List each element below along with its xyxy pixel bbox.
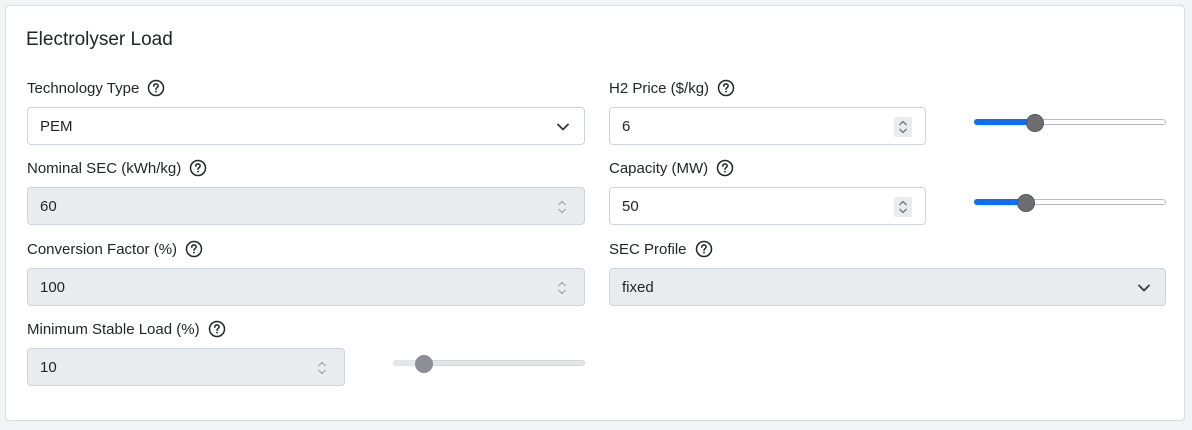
chevron-down-icon: [1138, 284, 1150, 292]
help-circle-icon[interactable]: [147, 79, 165, 97]
nominal-sec-input[interactable]: 60: [27, 187, 585, 225]
minimum-stable-load-slider[interactable]: [393, 354, 585, 374]
sec-profile-value: fixed: [622, 278, 654, 296]
help-circle-icon[interactable]: [695, 240, 713, 258]
technology-type-label-text: Technology Type: [27, 79, 140, 97]
spinner-arrows-icon: [558, 281, 566, 295]
help-circle-icon[interactable]: [185, 240, 203, 258]
h2-price-input[interactable]: 6: [609, 107, 926, 145]
slider-thumb[interactable]: [414, 355, 433, 373]
technology-type-value: PEM: [40, 117, 73, 135]
sec-profile-label-text: SEC Profile: [609, 240, 687, 258]
conversion-factor-label: Conversion Factor (%): [27, 239, 203, 259]
slider-thumb[interactable]: [1026, 114, 1045, 132]
capacity-value: 50: [622, 197, 639, 215]
technology-type-label: Technology Type: [27, 78, 165, 98]
nominal-sec-label: Nominal SEC (kWh/kg): [27, 158, 207, 178]
slider-thumb[interactable]: [1016, 194, 1035, 212]
h2-price-label: H2 Price ($/kg): [609, 78, 735, 98]
conversion-factor-label-text: Conversion Factor (%): [27, 240, 178, 258]
help-circle-icon[interactable]: [208, 320, 226, 338]
minimum-stable-load-value: 10: [40, 358, 57, 376]
capacity-input[interactable]: 50: [609, 187, 926, 225]
spinner-arrows-icon[interactable]: [894, 197, 912, 217]
nominal-sec-label-text: Nominal SEC (kWh/kg): [27, 159, 182, 177]
sec-profile-label: SEC Profile: [609, 239, 713, 259]
minimum-stable-load-input[interactable]: 10: [27, 348, 345, 386]
capacity-label-text: Capacity (MW): [609, 159, 709, 177]
capacity-label: Capacity (MW): [609, 158, 734, 178]
h2-price-slider[interactable]: [974, 113, 1166, 133]
capacity-slider[interactable]: [974, 193, 1166, 213]
spinner-arrows-icon: [318, 361, 326, 375]
technology-type-select[interactable]: PEM: [27, 107, 585, 145]
h2-price-label-text: H2 Price ($/kg): [609, 79, 710, 97]
spinner-arrows-icon[interactable]: [894, 117, 912, 137]
help-circle-icon[interactable]: [189, 159, 207, 177]
h2-price-value: 6: [622, 117, 631, 135]
conversion-factor-input[interactable]: 100: [27, 268, 585, 306]
help-circle-icon[interactable]: [717, 79, 735, 97]
help-circle-icon[interactable]: [716, 159, 734, 177]
sec-profile-select[interactable]: fixed: [609, 268, 1166, 306]
conversion-factor-value: 100: [40, 278, 66, 296]
minimum-stable-load-label-text: Minimum Stable Load (%): [27, 320, 200, 338]
spinner-arrows-icon: [558, 200, 566, 214]
panel-title: Electrolyser Load: [26, 29, 173, 50]
minimum-stable-load-label: Minimum Stable Load (%): [27, 319, 226, 339]
nominal-sec-value: 60: [40, 197, 57, 215]
chevron-down-icon: [557, 123, 569, 131]
